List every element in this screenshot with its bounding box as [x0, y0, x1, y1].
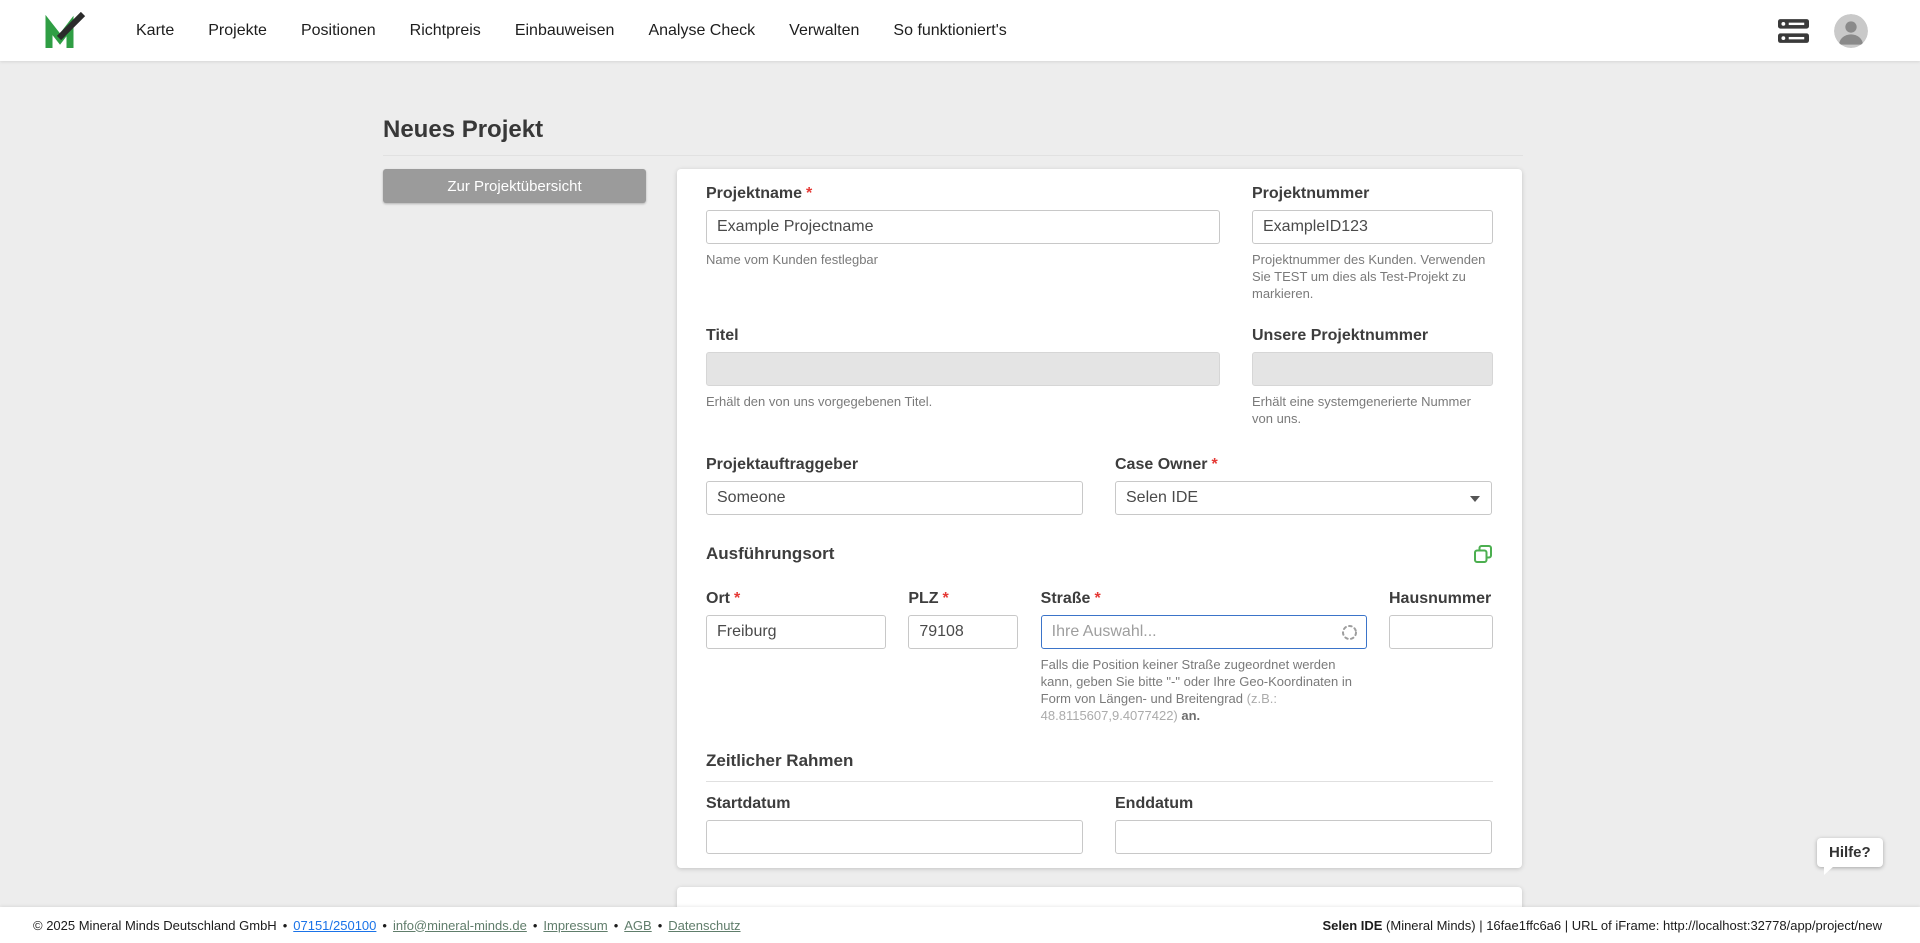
form-row-titel-unsere-nummer: Titel Erhält den von uns vorgegebenen Ti…: [706, 326, 1493, 427]
chevron-down-icon: [1470, 496, 1480, 502]
projektauftraggeber-field: Projektauftraggeber: [706, 455, 1083, 515]
separator-dot: •: [283, 918, 288, 933]
user-avatar[interactable]: [1834, 14, 1868, 48]
unsere-projektnummer-input: [1252, 352, 1493, 386]
main-nav: Karte Projekte Positionen Richtpreis Ein…: [136, 22, 1007, 40]
person-icon: [1834, 14, 1868, 48]
projektname-hint: Name vom Kunden festlegbar: [706, 251, 1220, 268]
projektname-label: Projektname*: [706, 184, 1220, 204]
required-marker: *: [1211, 456, 1217, 473]
case-owner-field: Case Owner* Selen IDE: [1115, 455, 1492, 515]
titel-field: Titel Erhält den von uns vorgegebenen Ti…: [706, 326, 1220, 427]
required-marker: *: [806, 185, 812, 202]
titel-input: [706, 352, 1220, 386]
plz-label: PLZ*: [908, 589, 1018, 609]
topbar-right: [1778, 14, 1920, 48]
page-title: Neues Projekt: [383, 116, 543, 144]
title-divider: [383, 155, 1523, 156]
separator-dot: •: [533, 918, 538, 933]
projektnummer-label: Projektnummer: [1252, 184, 1493, 204]
next-section-card-peek: [677, 887, 1522, 909]
nav-item-richtpreis[interactable]: Richtpreis: [410, 22, 481, 40]
footer-copyright: © 2025 Mineral Minds Deutschland GmbH: [33, 918, 277, 933]
form-row-name-number: Projektname* Name vom Kunden festlegbar …: [706, 184, 1493, 302]
startdatum-field: Startdatum: [706, 794, 1083, 854]
unsere-projektnummer-hint: Erhält eine systemgenerierte Nummer von …: [1252, 393, 1493, 427]
ort-input[interactable]: [706, 615, 886, 649]
ort-label: Ort*: [706, 589, 886, 609]
section-divider: [706, 781, 1493, 782]
server-icon[interactable]: [1778, 19, 1809, 43]
section-zeitlicher-rahmen: Zeitlicher Rahmen: [706, 750, 1493, 782]
footer-impressum-link[interactable]: Impressum: [543, 918, 607, 933]
startdatum-label: Startdatum: [706, 794, 1083, 814]
form-row-dates: Startdatum Enddatum: [706, 794, 1493, 854]
strasse-field: Straße* Falls die Position keiner Straße…: [1041, 589, 1367, 724]
nav-item-so-funktionierts[interactable]: So funktioniert's: [893, 22, 1006, 40]
unsere-projektnummer-field: Unsere Projektnummer Erhält eine systemg…: [1252, 326, 1493, 427]
form-row-location: Ort* PLZ* Straße* Falls die Position kei…: [706, 589, 1493, 724]
nav-item-verwalten[interactable]: Verwalten: [789, 22, 859, 40]
footer-agb-link[interactable]: AGB: [624, 918, 651, 933]
titel-hint: Erhält den von uns vorgegebenen Titel.: [706, 393, 1220, 410]
required-marker: *: [943, 590, 949, 607]
enddatum-field: Enddatum: [1115, 794, 1492, 854]
plz-input[interactable]: [908, 615, 1018, 649]
ausfuehrungsort-title: Ausführungsort: [706, 543, 834, 565]
projektnummer-input[interactable]: [1252, 210, 1493, 244]
separator-dot: •: [614, 918, 619, 933]
strasse-label: Straße*: [1041, 589, 1367, 609]
projektauftraggeber-input[interactable]: [706, 481, 1083, 515]
strasse-hint: Falls die Position keiner Straße zugeord…: [1041, 656, 1367, 724]
required-marker: *: [734, 590, 740, 607]
projektname-field: Projektname* Name vom Kunden festlegbar: [706, 184, 1220, 302]
footer: © 2025 Mineral Minds Deutschland GmbH • …: [0, 907, 1920, 943]
nav-item-projekte[interactable]: Projekte: [208, 22, 267, 40]
projektname-input[interactable]: [706, 210, 1220, 244]
startdatum-input[interactable]: [706, 820, 1083, 854]
nav-item-einbauweisen[interactable]: Einbauweisen: [515, 22, 615, 40]
hausnummer-field: Hausnummer: [1389, 589, 1493, 724]
footer-email-link[interactable]: info@mineral-minds.de: [393, 918, 527, 933]
top-navigation-bar: Karte Projekte Positionen Richtpreis Ein…: [0, 0, 1920, 61]
session-info: Selen IDE (Mineral Minds) | 16fae1ffc6a6…: [1322, 918, 1882, 933]
nav-item-positionen[interactable]: Positionen: [301, 22, 376, 40]
zeitlicher-rahmen-title: Zeitlicher Rahmen: [706, 750, 1493, 772]
strasse-input-wrap: [1041, 615, 1367, 649]
loading-spinner-icon: [1341, 624, 1358, 641]
separator-dot: •: [382, 918, 387, 933]
form-row-auftraggeber-owner: Projektauftraggeber Case Owner* Selen ID…: [706, 455, 1493, 515]
hausnummer-label: Hausnummer: [1389, 589, 1493, 609]
back-to-project-overview-button[interactable]: Zur Projektübersicht: [383, 169, 646, 203]
session-user: Selen IDE: [1322, 918, 1382, 933]
copy-icon[interactable]: [1473, 544, 1493, 564]
enddatum-label: Enddatum: [1115, 794, 1492, 814]
separator-dot: •: [658, 918, 663, 933]
nav-item-karte[interactable]: Karte: [136, 22, 174, 40]
section-ausfuehrungsort: Ausführungsort: [706, 543, 1493, 565]
case-owner-label: Case Owner*: [1115, 455, 1492, 475]
projektnummer-field: Projektnummer Projektnummer des Kunden. …: [1252, 184, 1493, 302]
footer-datenschutz-link[interactable]: Datenschutz: [668, 918, 740, 933]
plz-field: PLZ*: [908, 589, 1018, 724]
enddatum-input[interactable]: [1115, 820, 1492, 854]
help-button[interactable]: Hilfe?: [1817, 838, 1883, 867]
mineral-minds-logo[interactable]: [44, 12, 86, 49]
projektnummer-hint: Projektnummer des Kunden. Verwenden Sie …: [1252, 251, 1493, 302]
projektauftraggeber-label: Projektauftraggeber: [706, 455, 1083, 475]
new-project-form-card: Projektname* Name vom Kunden festlegbar …: [677, 169, 1522, 868]
case-owner-value: Selen IDE: [1126, 489, 1198, 507]
logo-icon: [44, 12, 86, 49]
nav-item-analyse-check[interactable]: Analyse Check: [648, 22, 755, 40]
strasse-input[interactable]: [1041, 615, 1367, 649]
footer-info: © 2025 Mineral Minds Deutschland GmbH • …: [33, 918, 741, 933]
session-details: (Mineral Minds) | 16fae1ffc6a6 | URL of …: [1382, 918, 1882, 933]
titel-label: Titel: [706, 326, 1220, 346]
required-marker: *: [1094, 590, 1100, 607]
unsere-projektnummer-label: Unsere Projektnummer: [1252, 326, 1493, 346]
footer-phone-link[interactable]: 07151/250100: [293, 918, 376, 933]
hausnummer-input[interactable]: [1389, 615, 1493, 649]
case-owner-select[interactable]: Selen IDE: [1115, 481, 1492, 515]
ort-field: Ort*: [706, 589, 886, 724]
